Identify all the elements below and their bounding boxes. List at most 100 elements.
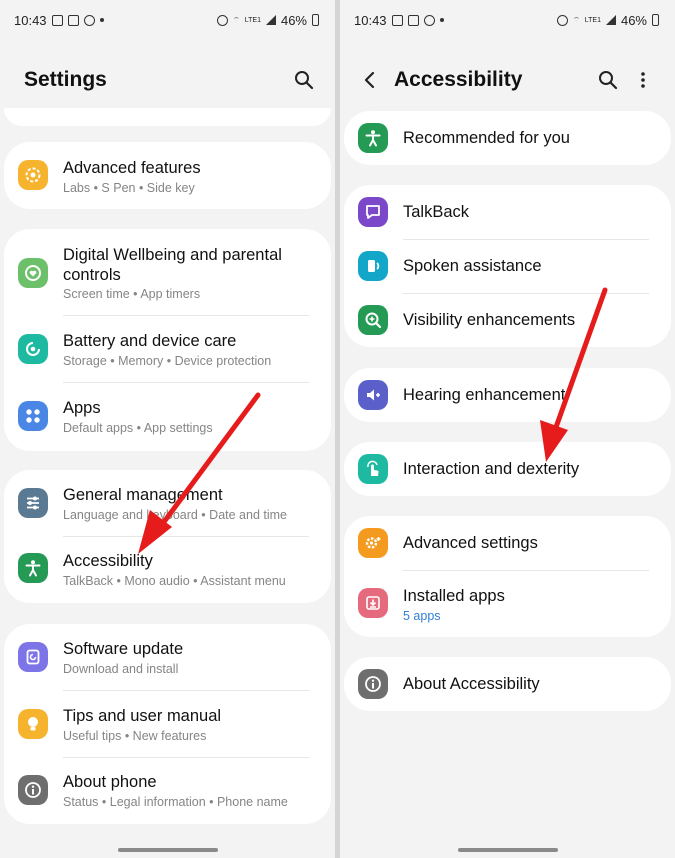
status-time: 10:43 [14,12,47,28]
accessibility-item[interactable]: Accessibility TalkBack • Mono audio • As… [4,537,331,603]
volume-icon [358,380,388,410]
item-label: TalkBack [403,203,470,221]
alarm-notification-icon [391,14,403,26]
talkback-item[interactable]: TalkBack [344,185,671,239]
previous-card-edge [4,108,331,126]
download-icon [358,588,388,618]
accessibility-screen: 10:43 ⌔ LTE1 46% Accessibility Recommend… [340,0,675,858]
item-label: Visibility enhancements [403,311,576,329]
settings-card-2: Digital Wellbeing and parental controls … [4,229,331,451]
hearing-enhancement-item[interactable]: Hearing enhancement [344,368,671,422]
accessibility-card-1: Recommended for you [344,111,671,165]
item-label: Apps [63,399,101,417]
info-icon [358,669,388,699]
alarm-icon [217,14,229,26]
about-accessibility-item[interactable]: About Accessibility [344,657,671,711]
bulb-icon [18,709,48,739]
item-label: About phone [63,773,157,791]
advanced-features-item[interactable]: Advanced features Labs • S Pen • Side ke… [4,142,331,209]
visibility-enhancements-item[interactable]: Visibility enhancements [344,294,671,347]
star-gear-icon [18,160,48,190]
search-icon[interactable] [290,66,318,94]
about-phone-item[interactable]: About phone Status • Legal information •… [4,758,331,824]
apps-item[interactable]: Apps Default apps • App settings [4,383,331,449]
spoken-assistance-item[interactable]: Spoken assistance [344,240,671,294]
item-subtitle: Status • Legal information • Phone name [63,795,288,809]
accessibility-card-2: TalkBack Spoken assistance Visibility en… [344,185,671,347]
signal-icon [605,15,616,25]
item-subtitle: Language and keyboard • Date and time [63,508,287,522]
digital-wellbeing-item[interactable]: Digital Wellbeing and parental controls … [4,229,331,314]
update-icon [18,642,48,672]
back-arrow-icon[interactable] [356,66,384,94]
magnifier-icon [358,305,388,335]
navigation-handle[interactable] [117,848,218,852]
wifi-icon: ⌔ [573,16,580,24]
item-label: Advanced features [63,159,201,177]
network-label: LTE1 [584,16,601,24]
accessibility-card-3: Hearing enhancement [344,368,671,422]
item-label: Software update [63,640,184,658]
accessibility-card-4: Interaction and dexterity [344,442,671,496]
accessibility-card-5: Advanced settings Installed apps 5 apps [344,516,671,637]
item-label: Accessibility [63,552,153,570]
settings-screen: 10:43 ⌔ LTE1 46% Settings Advanced featu… [0,0,335,858]
accessibility-card-6: About Accessibility [344,657,671,711]
item-subtitle: 5 apps [403,609,441,623]
item-subtitle: TalkBack • Mono audio • Assistant menu [63,574,286,588]
item-label: Interaction and dexterity [403,460,580,478]
navigation-handle[interactable] [457,848,558,852]
sync-notification-icon [423,14,435,26]
interaction-dexterity-item[interactable]: Interaction and dexterity [344,442,671,496]
battery-icon [312,14,319,26]
refresh-circle-icon [18,334,48,364]
battery-level: 46% [280,12,307,28]
battery-device-care-item[interactable]: Battery and device care Storage • Memory… [4,316,331,382]
speech-bubble-icon [358,197,388,227]
status-bar: 10:43 ⌔ LTE1 46% [0,0,335,40]
item-label: About Accessibility [403,675,540,693]
search-icon[interactable] [594,66,622,94]
advanced-settings-item[interactable]: Advanced settings [344,516,671,570]
more-notifications-icon [439,18,444,22]
settings-card-4: Software update Download and install Tip… [4,624,331,824]
software-update-item[interactable]: Software update Download and install [4,624,331,690]
settings-card-3: General management Language and keyboard… [4,470,331,603]
page-title: Accessibility [394,68,523,91]
item-subtitle: Labs • S Pen • Side key [63,181,195,195]
item-label: Digital Wellbeing and parental controls [63,246,282,284]
item-label: Advanced settings [403,534,538,552]
settings-card-1: Advanced features Labs • S Pen • Side ke… [4,142,331,209]
recommended-item[interactable]: Recommended for you [344,111,671,165]
gallery-notification-icon [407,14,419,26]
grid-icon [18,401,48,431]
sliders-icon [18,488,48,518]
battery-icon [652,14,659,26]
more-options-icon[interactable] [629,66,657,94]
general-management-item[interactable]: General management Language and keyboard… [4,470,331,536]
status-time: 10:43 [354,12,387,28]
speaker-icon [358,251,388,281]
person-icon [18,553,48,583]
item-subtitle: Screen time • App timers [63,287,201,301]
gallery-notification-icon [67,14,79,26]
sync-notification-icon [83,14,95,26]
info-icon [18,775,48,805]
alarm-icon [557,14,569,26]
item-label: Tips and user manual [63,707,222,725]
item-label: General management [63,486,223,504]
item-label: Spoken assistance [403,257,542,275]
tips-user-manual-item[interactable]: Tips and user manual Useful tips • New f… [4,691,331,757]
item-subtitle: Default apps • App settings [63,421,213,435]
item-label: Recommended for you [403,129,570,147]
status-bar: 10:43 ⌔ LTE1 46% [340,0,675,40]
item-subtitle: Useful tips • New features [63,729,207,743]
item-subtitle: Download and install [63,662,179,676]
battery-level: 46% [620,12,647,28]
item-label: Installed apps [403,587,505,605]
item-label: Hearing enhancement [403,386,566,404]
person-star-icon [358,123,388,153]
page-title: Settings [24,68,107,91]
item-subtitle: Storage • Memory • Device protection [63,354,272,368]
installed-apps-item[interactable]: Installed apps 5 apps [344,571,671,637]
